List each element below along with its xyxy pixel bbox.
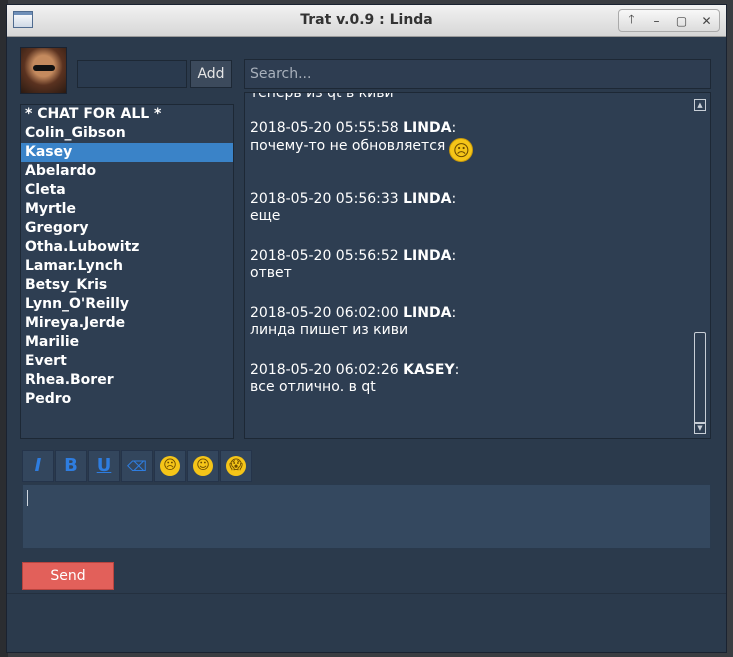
- user-list-item[interactable]: Mireya.Jerde: [21, 314, 233, 333]
- smile-emoji-button[interactable]: ☺: [187, 450, 219, 482]
- bold-button[interactable]: B: [55, 450, 87, 482]
- message-header: 2018-05-20 05:56:52 LINDA:: [250, 248, 456, 264]
- message-author: LINDA: [403, 120, 452, 136]
- message-body: все отлично. в qt: [250, 379, 376, 395]
- author-colon: :: [451, 120, 457, 136]
- minimize-icon[interactable]: –: [647, 14, 667, 28]
- message-body: линда пишет из киви: [250, 322, 409, 338]
- window-controls: 🡑 – ▢ ✕: [618, 9, 720, 32]
- message-text: все отлично. в qt: [250, 379, 459, 395]
- chat-message: 2018-05-20 05:55:58 LINDA: почему-то не о…: [250, 120, 474, 162]
- keep-above-icon[interactable]: 🡑: [622, 10, 642, 31]
- eraser-button[interactable]: ⌫: [121, 450, 153, 482]
- shocked-emoji-icon: 😱: [226, 456, 246, 476]
- message-author: LINDA: [403, 248, 452, 264]
- eraser-icon: ⌫: [127, 459, 147, 475]
- message-text: линда пишет из киви: [250, 322, 456, 338]
- chat-message: 2018-05-20 05:56:52 LINDA: ответ: [250, 248, 456, 281]
- chat-message-partial: теперь из qt в киви: [250, 92, 394, 101]
- chat-message: 2018-05-20 05:56:33 LINDA: еще: [250, 191, 456, 224]
- user-list-item[interactable]: Lynn_O'Reilly: [21, 295, 233, 314]
- text-cursor: [27, 490, 28, 506]
- user-list-item[interactable]: Evert: [21, 352, 233, 371]
- frown-emoji-icon: ☹: [160, 456, 180, 476]
- frown-emoji-icon: ☹: [449, 138, 474, 162]
- divider: [7, 593, 726, 594]
- author-colon: :: [451, 305, 457, 321]
- message-input[interactable]: [22, 484, 711, 549]
- italic-icon: I: [34, 455, 42, 476]
- message-text: почему-то не обновляется ☹: [250, 138, 474, 162]
- user-list-item[interactable]: Colin_Gibson: [21, 124, 233, 143]
- bold-icon: B: [64, 455, 78, 476]
- shocked-emoji-button[interactable]: 😱: [220, 450, 252, 482]
- smile-emoji-icon: ☺: [193, 456, 213, 476]
- author-colon: :: [451, 248, 457, 264]
- user-list-item[interactable]: Rhea.Borer: [21, 371, 233, 390]
- message-body: еще: [250, 208, 281, 224]
- send-button[interactable]: Send: [22, 562, 114, 590]
- title-bar[interactable]: Trat v.0.9 : Linda 🡑 – ▢ ✕: [7, 5, 726, 37]
- avatar[interactable]: [20, 47, 67, 94]
- message-time: 2018-05-20 05:55:58: [250, 120, 404, 136]
- message-author: LINDA: [403, 191, 452, 207]
- user-list-item[interactable]: Abelardo: [21, 162, 233, 181]
- add-button[interactable]: Add: [190, 60, 232, 88]
- search-input[interactable]: Search...: [244, 59, 711, 89]
- scroll-up-icon[interactable]: ▲: [694, 99, 706, 111]
- author-colon: :: [454, 362, 460, 378]
- maximize-icon[interactable]: ▢: [672, 14, 692, 28]
- message-body: ответ: [250, 265, 292, 281]
- chat-message: 2018-05-20 06:02:26 KASEY: все отлично. в…: [250, 362, 459, 395]
- chat-window: Trat v.0.9 : Linda 🡑 – ▢ ✕ Add Search...…: [6, 4, 727, 653]
- italic-button[interactable]: I: [22, 450, 54, 482]
- user-list-item[interactable]: Marilie: [21, 333, 233, 352]
- message-author: KASEY: [403, 362, 455, 378]
- avatar-sunglasses: [33, 65, 55, 71]
- user-list-item[interactable]: Otha.Lubowitz: [21, 238, 233, 257]
- format-toolbar: I B U ⌫ ☹ ☺ 😱: [22, 450, 253, 482]
- user-list-item[interactable]: Lamar.Lynch: [21, 257, 233, 276]
- add-contact-input[interactable]: [77, 60, 187, 88]
- user-list-item[interactable]: * CHAT FOR ALL *: [21, 105, 233, 124]
- close-icon[interactable]: ✕: [697, 14, 717, 28]
- user-list-item[interactable]: Myrtle: [21, 200, 233, 219]
- frown-emoji-button[interactable]: ☹: [154, 450, 186, 482]
- user-list-item[interactable]: Gregory: [21, 219, 233, 238]
- message-header: 2018-05-20 06:02:26 KASEY:: [250, 362, 459, 378]
- message-time: 2018-05-20 06:02:26: [250, 362, 404, 378]
- scroll-thumb[interactable]: [694, 332, 706, 424]
- message-text: ответ: [250, 265, 456, 281]
- user-list-item[interactable]: Pedro: [21, 390, 233, 409]
- message-header: 2018-05-20 05:55:58 LINDA:: [250, 120, 473, 136]
- user-list-item[interactable]: Cleta: [21, 181, 233, 200]
- user-list[interactable]: * CHAT FOR ALL * Colin_Gibson Kasey Abelard…: [20, 104, 234, 439]
- user-list-item[interactable]: Kasey: [21, 143, 233, 162]
- message-time: 2018-05-20 05:56:52: [250, 248, 404, 264]
- underline-button[interactable]: U: [88, 450, 120, 482]
- message-time: 2018-05-20 05:56:33: [250, 191, 404, 207]
- user-list-item[interactable]: Betsy_Kris: [21, 276, 233, 295]
- chat-history[interactable]: теперь из qt в киви ▲ ▼ 2018-05-20 05:55…: [244, 92, 711, 439]
- message-header: 2018-05-20 06:02:00 LINDA:: [250, 305, 456, 321]
- underline-icon: U: [96, 455, 112, 476]
- scroll-down-icon[interactable]: ▼: [694, 422, 706, 434]
- message-author: LINDA: [403, 305, 452, 321]
- message-body: почему-то не обновляется: [250, 138, 446, 154]
- message-time: 2018-05-20 06:02:00: [250, 305, 404, 321]
- message-text: еще: [250, 208, 456, 224]
- chat-message: 2018-05-20 06:02:00 LINDA: линда пишет из…: [250, 305, 456, 338]
- message-header: 2018-05-20 05:56:33 LINDA:: [250, 191, 456, 207]
- author-colon: :: [451, 191, 457, 207]
- chat-scrollbar[interactable]: ▲ ▼: [694, 95, 708, 436]
